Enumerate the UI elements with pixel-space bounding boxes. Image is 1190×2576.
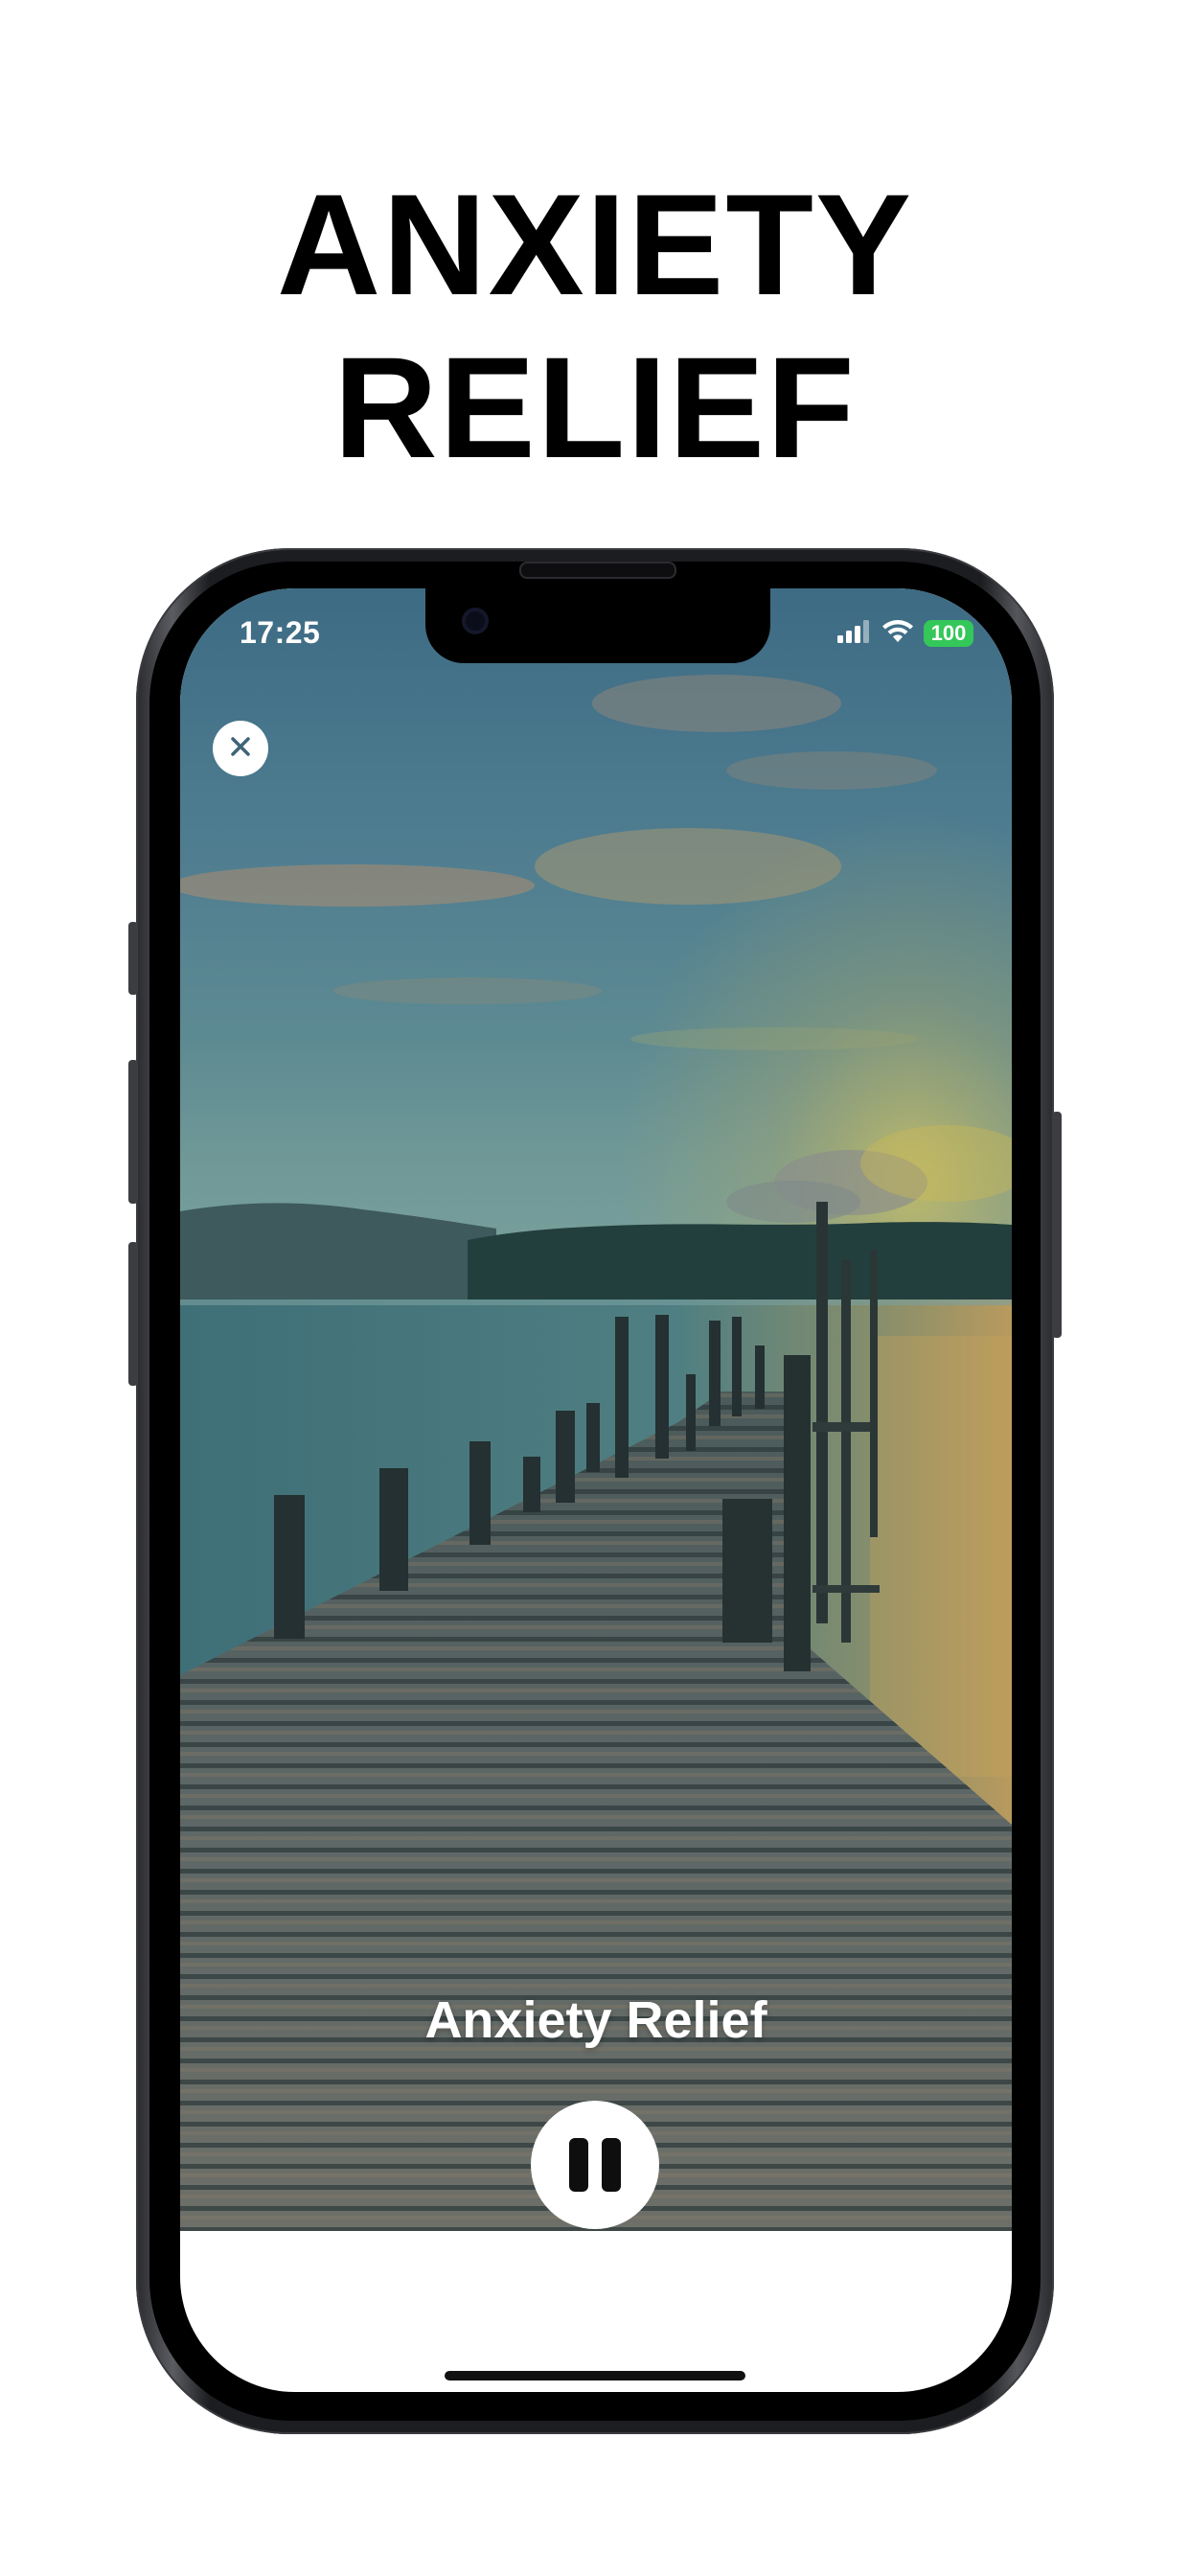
phone-notch xyxy=(425,588,770,663)
lake-pier-background-image xyxy=(180,588,1012,2231)
close-button[interactable] xyxy=(213,721,268,776)
phone-screen: 17:25 100 Anxiety Relief xyxy=(180,588,1012,2392)
phone-silent-switch xyxy=(128,922,138,995)
pause-icon xyxy=(569,2138,588,2192)
phone-speaker-grille xyxy=(519,562,676,579)
cellular-signal-icon xyxy=(837,619,872,648)
phone-volume-up-button xyxy=(128,1060,138,1204)
wifi-icon xyxy=(881,619,914,649)
home-indicator[interactable] xyxy=(445,2371,745,2380)
front-camera xyxy=(462,608,489,634)
battery-indicator: 100 xyxy=(924,620,973,647)
page-headline: ANXIETY RELIEF xyxy=(276,164,914,488)
phone-volume-down-button xyxy=(128,1242,138,1386)
phone-power-button xyxy=(1052,1112,1062,1338)
track-title: Anxiety Relief xyxy=(424,1991,767,2049)
pause-icon-bar xyxy=(602,2138,621,2192)
pause-button[interactable] xyxy=(531,2101,659,2229)
status-bar-time: 17:25 xyxy=(240,615,321,650)
status-bar-icons: 100 xyxy=(837,619,973,648)
close-icon xyxy=(229,735,252,763)
